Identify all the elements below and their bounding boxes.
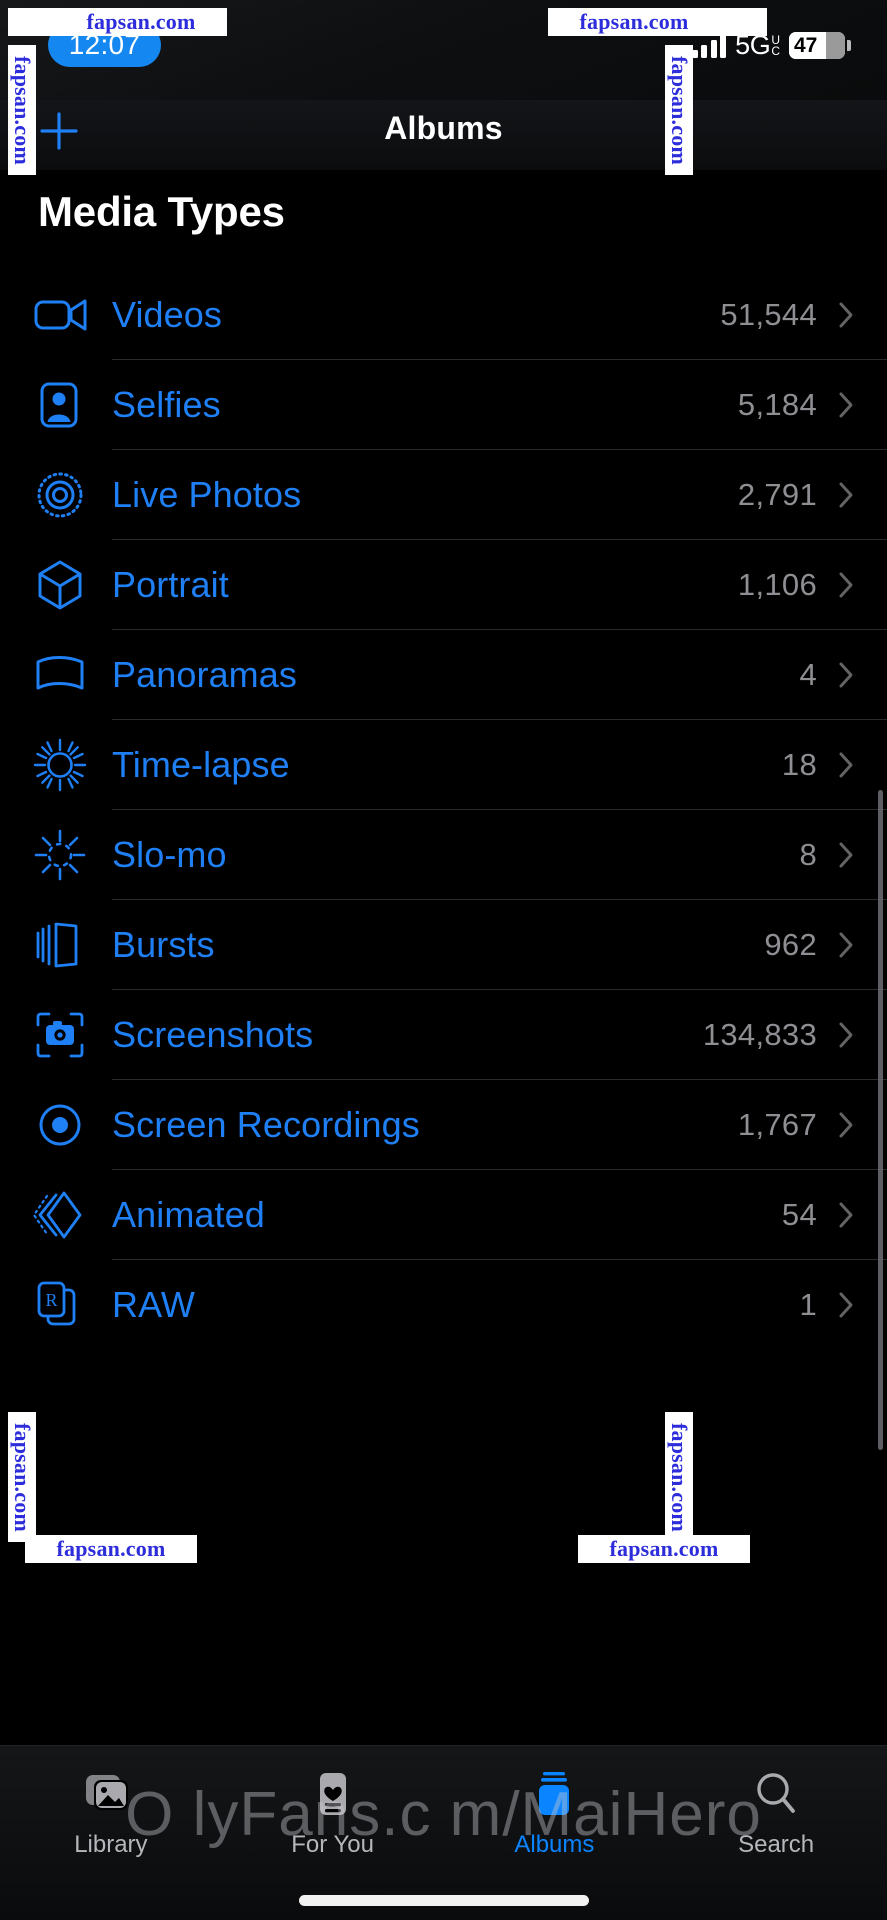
cube-icon [34, 557, 96, 613]
list-item-label: Animated [112, 1194, 265, 1235]
list-item-label: Screen Recordings [112, 1104, 420, 1145]
list-item-label: Bursts [112, 924, 215, 965]
list-item-raw[interactable]: R RAW 1 [0, 1260, 887, 1350]
chevron-right-icon [835, 931, 857, 959]
list-item-time-lapse[interactable]: Time-lapse 18 [0, 720, 887, 810]
list-item-count: 2,791 [737, 477, 817, 512]
albums-scroll-view[interactable]: Media Types Videos 51,544 Selfies 5,184 … [0, 170, 887, 1745]
tab-search[interactable]: Search [665, 1766, 887, 1859]
chevron-right-icon [835, 841, 857, 869]
list-item-selfies[interactable]: Selfies 5,184 [0, 360, 887, 450]
chevron-right-icon [835, 1111, 857, 1139]
timelapse-icon [33, 737, 96, 793]
video-camera-icon [34, 287, 96, 343]
raw-document-icon: R [34, 1277, 96, 1333]
list-item-bursts[interactable]: Bursts 962 [0, 900, 887, 990]
list-item-label: Videos [112, 294, 223, 335]
tab-albums[interactable]: Albums [444, 1766, 666, 1859]
chevron-right-icon [835, 1201, 857, 1229]
animated-chevrons-icon [32, 1187, 96, 1243]
chevron-right-icon [835, 391, 857, 419]
navigation-bar: Albums [0, 100, 887, 170]
cellular-signal-icon [691, 33, 727, 58]
screenshot-camera-icon [34, 1007, 96, 1063]
albums-box-icon [526, 1766, 582, 1822]
list-item-label: RAW [112, 1284, 195, 1325]
list-item-count: 5,184 [737, 387, 817, 422]
tab-label: Search [738, 1831, 815, 1858]
chevron-right-icon [835, 1291, 857, 1319]
photo-stack-icon [83, 1766, 139, 1822]
list-item-portrait[interactable]: Portrait 1,106 [0, 540, 887, 630]
tab-label: Library [74, 1831, 148, 1858]
chevron-right-icon [835, 1021, 857, 1049]
list-item-live-photos[interactable]: Live Photos 2,791 [0, 450, 887, 540]
tab-label: For You [291, 1831, 374, 1858]
list-item-count: 962 [764, 927, 817, 962]
list-item-count: 134,833 [702, 1017, 817, 1052]
list-item-count: 1 [799, 1287, 817, 1322]
home-indicator [298, 1895, 589, 1906]
list-item-label: Slo-mo [112, 834, 227, 875]
chevron-right-icon [835, 571, 857, 599]
tab-bar: Library For You Albums Search [0, 1745, 887, 1920]
panorama-icon [34, 647, 96, 703]
network-label: 5G [735, 30, 771, 60]
chevron-right-icon [835, 301, 857, 329]
network-type-indicator: 5G U C [735, 30, 780, 61]
list-item-label: Selfies [112, 384, 221, 425]
battery-icon: 47 [789, 32, 845, 59]
vertical-scrollbar[interactable] [878, 790, 883, 1450]
list-item-label: Panoramas [112, 654, 297, 695]
live-photo-icon [34, 467, 96, 523]
list-item-animated[interactable]: Animated 54 [0, 1170, 887, 1260]
tab-for-you[interactable]: For You [222, 1766, 444, 1859]
list-item-label: Screenshots [112, 1014, 314, 1055]
status-bar: 12:07 5G U C 47 [0, 0, 887, 100]
magnifier-icon [748, 1766, 804, 1822]
slomo-icon [34, 827, 96, 883]
list-item-label: Live Photos [112, 474, 302, 515]
svg-text:R: R [45, 1290, 57, 1310]
list-item-slo-mo[interactable]: Slo-mo 8 [0, 810, 887, 900]
list-item-count: 1,106 [737, 567, 817, 602]
network-sub-lower: C [771, 44, 780, 58]
list-item-panoramas[interactable]: Panoramas 4 [0, 630, 887, 720]
battery-percent: 47 [794, 33, 818, 57]
list-item-screen-recordings[interactable]: Screen Recordings 1,767 [0, 1080, 887, 1170]
tab-library[interactable]: Library [0, 1766, 222, 1859]
tab-label: Albums [514, 1831, 595, 1858]
chevron-right-icon [835, 661, 857, 689]
network-uc-marker: U C [771, 34, 780, 57]
media-types-list: Videos 51,544 Selfies 5,184 Live Photos … [0, 270, 887, 1350]
list-item-count: 8 [799, 837, 817, 872]
status-bar-right-group: 5G U C 47 [691, 30, 851, 61]
list-item-label: Time-lapse [112, 744, 290, 785]
list-item-count: 54 [781, 1197, 817, 1232]
page-title: Albums [384, 110, 503, 146]
section-header-media-types: Media Types [38, 188, 285, 235]
list-item-screenshots[interactable]: Screenshots 134,833 [0, 990, 887, 1080]
burst-stack-icon [34, 917, 96, 973]
list-item-count: 4 [799, 657, 817, 692]
list-item-videos[interactable]: Videos 51,544 [0, 270, 887, 360]
person-portrait-icon [34, 377, 96, 433]
record-circle-icon [34, 1097, 96, 1153]
chevron-right-icon [835, 751, 857, 779]
list-item-count: 51,544 [720, 297, 817, 332]
chevron-right-icon [835, 481, 857, 509]
dynamic-island-time-pill: 12:07 [48, 23, 161, 67]
list-item-count: 18 [781, 747, 817, 782]
list-item-label: Portrait [112, 564, 229, 605]
photos-app-screen: 12:07 5G U C 47 Albums Media Types Video… [0, 0, 887, 1920]
heart-card-icon [305, 1766, 361, 1822]
list-item-count: 1,767 [737, 1107, 817, 1142]
status-time: 12:07 [68, 29, 141, 60]
